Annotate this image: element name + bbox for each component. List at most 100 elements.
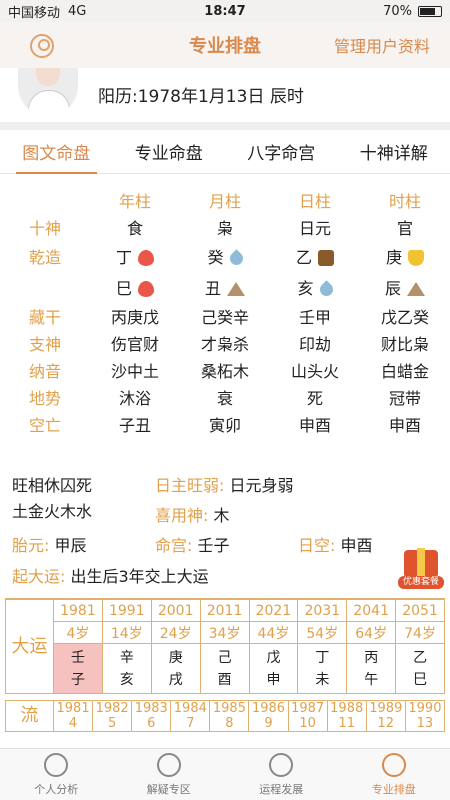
bottom-tab-pro-chart[interactable]: 专业排盘	[338, 749, 450, 800]
cell: 印劫	[298, 334, 331, 354]
dayun-age[interactable]: 74岁	[395, 621, 445, 644]
cell: 亥	[270, 275, 360, 299]
dayun-age[interactable]: 34岁	[199, 621, 250, 644]
bottom-tab-qa[interactable]: 解疑专区	[113, 749, 226, 800]
wood-icon	[318, 250, 334, 266]
qiyun-label: 起大运:	[12, 567, 66, 586]
cell: 衰	[216, 388, 233, 408]
liunian-cell[interactable]: 1987 10	[287, 700, 328, 732]
promo-gift-button[interactable]: 优惠套餐	[398, 544, 444, 590]
header-day: 日柱	[298, 191, 331, 211]
dayun-age[interactable]: 14岁	[101, 621, 152, 644]
status-bar: 中国移动 4G 18:47 70%	[0, 0, 450, 22]
stem-text: 癸	[207, 247, 224, 267]
cell: 山头火	[290, 361, 339, 381]
stem-text: 乙	[295, 247, 312, 267]
dayun-year[interactable]: 2001	[150, 599, 201, 622]
dayun-ganzhi-selected[interactable]: 壬子	[53, 643, 103, 694]
dayun-age[interactable]: 64岁	[346, 621, 397, 644]
dayun-year[interactable]: 1991	[101, 599, 152, 622]
dayun-year[interactable]: 2011	[199, 599, 250, 622]
header-hour: 时柱	[388, 191, 421, 211]
cell: 白蜡金	[380, 361, 429, 381]
liunian-cell[interactable]: 1990 13	[404, 700, 446, 732]
liunian-cell[interactable]: 1985 8	[209, 700, 250, 732]
tab-professional-chart[interactable]: 专业命盘	[113, 136, 226, 173]
cell: 癸	[180, 244, 270, 268]
dayun-age[interactable]: 24岁	[150, 621, 201, 644]
dayun-ganzhi[interactable]: 丙午	[346, 643, 397, 694]
bottom-tab-fortune[interactable]: 运程发展	[225, 749, 338, 800]
row-label: 支神	[28, 334, 61, 354]
liunian-cell[interactable]: 1982 5	[92, 700, 133, 732]
trend-icon	[269, 753, 294, 777]
dayun-ganzhi[interactable]: 乙巳	[395, 643, 445, 694]
liunian-side-label: 流	[5, 700, 54, 732]
qiyun-value: 出生后3年交上大运	[70, 567, 209, 586]
liunian-cell[interactable]: 1984 7	[170, 700, 211, 732]
tab-bazi-palace[interactable]: 八字命宫	[225, 136, 338, 173]
water-icon	[316, 279, 336, 299]
dayun-age[interactable]: 4岁	[53, 621, 103, 644]
row-dishi: 地势 沐浴 衰 死 冠带	[0, 383, 450, 410]
cell: 壬甲	[298, 307, 331, 327]
dayun-ganzhi[interactable]: 丁未	[297, 643, 348, 694]
earth-icon	[227, 282, 245, 296]
liunian-cell[interactable]: 1989 12	[365, 700, 406, 732]
branch-text: 巳	[115, 278, 132, 298]
yinyang-icon	[381, 753, 406, 777]
fire-icon	[138, 250, 154, 266]
section-divider	[0, 122, 450, 130]
bottom-tab-bar: 个人分析 解疑专区 运程发展 专业排盘	[0, 748, 450, 800]
pillars-header-row: 年柱 月柱 日柱 时柱	[0, 186, 450, 213]
water-icon	[226, 248, 246, 268]
dayun-ganzhi[interactable]: 己酉	[199, 643, 250, 694]
tab-graphic-chart[interactable]: 图文命盘	[0, 136, 113, 174]
dayun-ganzhi[interactable]: 庚戌	[150, 643, 201, 694]
wangxiang-label: 旺相休囚死	[12, 476, 93, 495]
row-zhishen: 支神 伤官财 才枭杀 印劫 财比枭	[0, 329, 450, 356]
row-shishen: 十神 食 枭 日元 官	[0, 213, 450, 240]
cell: 才枭杀	[200, 334, 249, 354]
dayun-year[interactable]: 2031	[297, 599, 348, 622]
tab-bar: 图文命盘 专业命盘 八字命宫 十神详解	[0, 136, 450, 174]
dayun-age[interactable]: 54岁	[297, 621, 348, 644]
dayun-year[interactable]: 1981	[53, 599, 103, 622]
cell: 子丑	[118, 415, 151, 435]
bottom-tab-personal-analysis[interactable]: 个人分析	[0, 749, 113, 800]
dayun-ganzhi[interactable]: 戊申	[248, 643, 299, 694]
minggong-value: 壬子	[197, 536, 230, 555]
cell: 丁	[90, 244, 180, 268]
cell: 辰	[360, 275, 450, 299]
promo-label: 优惠套餐	[398, 576, 444, 589]
row-label: 乾造	[28, 247, 61, 267]
cell: 乙	[270, 244, 360, 268]
liunian-cell[interactable]: 1988 11	[326, 700, 367, 732]
network-label: 4G	[68, 3, 87, 19]
cell: 丙庚戊	[110, 307, 159, 327]
dayun-year[interactable]: 2041	[346, 599, 397, 622]
taiyuan-label: 胎元:	[12, 536, 50, 555]
dayun-year[interactable]: 2051	[395, 599, 445, 622]
dayun-ganzhi[interactable]: 辛亥	[101, 643, 152, 694]
row-label: 空亡	[28, 415, 61, 435]
liunian-cell[interactable]: 1983 6	[131, 700, 172, 732]
liunian-cell[interactable]: 1986 9	[248, 700, 289, 732]
tab-ten-gods[interactable]: 十神详解	[338, 136, 450, 173]
xiyong-value: 木	[213, 506, 230, 525]
xiyong-label: 喜用神:	[155, 506, 209, 525]
minggong-label: 命宫:	[155, 536, 193, 555]
cell: 申酉	[298, 415, 331, 435]
rikong-value: 申酉	[340, 536, 373, 555]
profile-summary: 阳历:1978年1月13日 辰时	[0, 68, 450, 120]
manage-profile-link[interactable]: 管理用户资料	[334, 33, 430, 57]
row-nayin: 纳音 沙中土 桑柘木 山头火 白蜡金	[0, 356, 450, 383]
row-qianzao-branches: 巳 丑 亥 辰	[0, 271, 450, 302]
rizhu-value: 日元身弱	[229, 476, 294, 495]
stem-text: 庚	[385, 247, 402, 267]
row-label: 十神	[28, 218, 61, 238]
liunian-cell[interactable]: 1981 4	[52, 700, 94, 732]
cell: 财比枭	[380, 334, 429, 354]
dayun-age[interactable]: 44岁	[248, 621, 299, 644]
dayun-year[interactable]: 2021	[248, 599, 299, 622]
